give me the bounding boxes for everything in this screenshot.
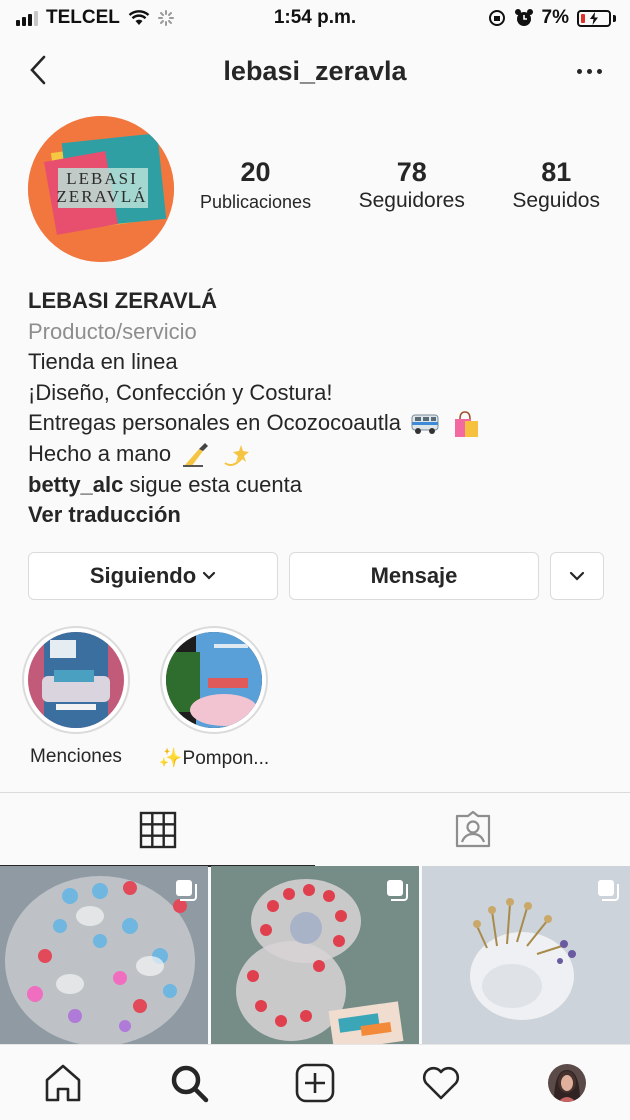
translate-link[interactable]: Ver traducción: [28, 500, 608, 531]
profile-header: lebasi_zeravla: [0, 40, 630, 102]
bio-line: Hecho a mano: [28, 441, 172, 467]
chevron-down-icon: [569, 571, 585, 581]
highlight-cover: [22, 626, 130, 734]
message-button[interactable]: Mensaje: [289, 552, 539, 600]
highlight-pompon[interactable]: ✨Pompon...: [156, 626, 272, 770]
new-post-icon: [295, 1063, 335, 1102]
tab-tagged[interactable]: [315, 793, 630, 867]
multiple-photos-icon: [598, 880, 619, 901]
dizzy-star-emoji-icon: [224, 445, 250, 467]
posts-grid: [0, 866, 630, 1046]
followers-count[interactable]: 78 Seguidores: [359, 156, 465, 214]
highlight-cover: [160, 626, 268, 734]
bottom-navigation: [0, 1044, 630, 1120]
carrier-name: TELCEL: [46, 7, 120, 28]
profile-username: lebasi_zeravla: [223, 55, 407, 86]
followed-by-line[interactable]: betty_alc sigue esta cuenta: [28, 470, 608, 501]
activity-heart-icon: [422, 1066, 460, 1099]
post-thumbnail[interactable]: [422, 866, 630, 1046]
following-button[interactable]: Siguiendo: [28, 552, 278, 600]
cell-signal-icon: [16, 10, 38, 26]
highlight-label: Menciones: [30, 746, 122, 767]
bio-line: Entregas personales en Ocozocoautla: [28, 410, 402, 435]
multiple-photos-icon: [387, 880, 408, 901]
van-emoji-icon: [411, 414, 439, 435]
suggested-accounts-button[interactable]: [550, 552, 604, 600]
bio-line: ¡Diseño, Confección y Costura!: [28, 379, 333, 405]
bio-line-handmade: Hecho a mano: [28, 439, 608, 470]
nav-profile[interactable]: [537, 1053, 597, 1113]
following-button-label: Siguiendo: [89, 563, 197, 588]
loading-spinner-icon: [157, 10, 174, 26]
alarm-icon: [514, 9, 533, 26]
status-bar: TELCEL 1:54 p.m. 7%: [0, 0, 630, 36]
avatar-logo-text-2: ZERAVLÁ: [56, 187, 147, 206]
nav-home[interactable]: [33, 1053, 93, 1113]
home-icon: [45, 1064, 81, 1101]
more-options-button[interactable]: [577, 56, 602, 86]
battery-icon: [577, 9, 616, 27]
tab-posts-grid[interactable]: [0, 793, 315, 867]
posts-count-value: 20: [240, 157, 271, 187]
posts-count[interactable]: 20 Publicaciones: [200, 156, 311, 214]
profile-tabs: [0, 792, 630, 867]
following-count-value: 81: [541, 157, 572, 187]
profile-stats: 20 Publicaciones 78 Seguidores 81 Seguid…: [200, 156, 600, 214]
nav-search[interactable]: [159, 1053, 219, 1113]
posts-count-label: Publicaciones: [200, 192, 312, 213]
profile-avatar[interactable]: LEBASI ZERAVLÁ: [28, 116, 174, 262]
followed-by-username[interactable]: betty_alc: [28, 472, 123, 497]
story-highlights: Menciones ✨Pompon...: [18, 626, 272, 770]
chevron-down-icon: [203, 571, 216, 580]
profile-category: Producto/servicio: [28, 318, 197, 344]
profile-bio: LEBASI ZERAVLÁ Producto/servicio Tienda …: [28, 286, 608, 531]
orientation-lock-icon: [488, 10, 505, 26]
message-button-label: Mensaje: [370, 563, 458, 588]
back-button[interactable]: [20, 52, 56, 88]
followers-count-value: 78: [396, 157, 427, 187]
wifi-icon: [128, 10, 150, 25]
grid-icon: [139, 811, 176, 849]
battery-percent: 7%: [541, 7, 569, 28]
tagged-icon: [455, 810, 490, 848]
profile-actions: Siguiendo Mensaje: [28, 552, 604, 602]
followed-by-text: sigue esta cuenta: [129, 471, 302, 497]
post-thumbnail[interactable]: [211, 866, 419, 1046]
writing-hand-emoji-icon: [183, 443, 209, 468]
post-thumbnail[interactable]: [0, 866, 208, 1046]
profile-display-name: LEBASI ZERAVLÁ: [28, 288, 218, 313]
chevron-left-icon: [30, 55, 46, 85]
shopping-bags-emoji-icon: [455, 411, 479, 438]
nav-new-post[interactable]: [285, 1053, 345, 1113]
bio-line: Tienda en linea: [28, 349, 178, 374]
bio-line-delivery: Entregas personales en Ocozocoautla: [28, 408, 608, 439]
following-count[interactable]: 81 Seguidos: [512, 156, 600, 214]
highlight-menciones[interactable]: Menciones: [18, 626, 134, 770]
search-icon: [171, 1065, 209, 1102]
nav-activity[interactable]: [411, 1053, 471, 1113]
following-count-label: Seguidos: [512, 189, 600, 213]
highlight-label: ✨Pompon...: [158, 748, 270, 769]
multiple-photos-icon: [176, 880, 197, 901]
profile-avatar-small: [548, 1063, 586, 1102]
avatar-logo-text-1: LEBASI: [66, 169, 138, 188]
followers-count-label: Seguidores: [358, 189, 465, 213]
